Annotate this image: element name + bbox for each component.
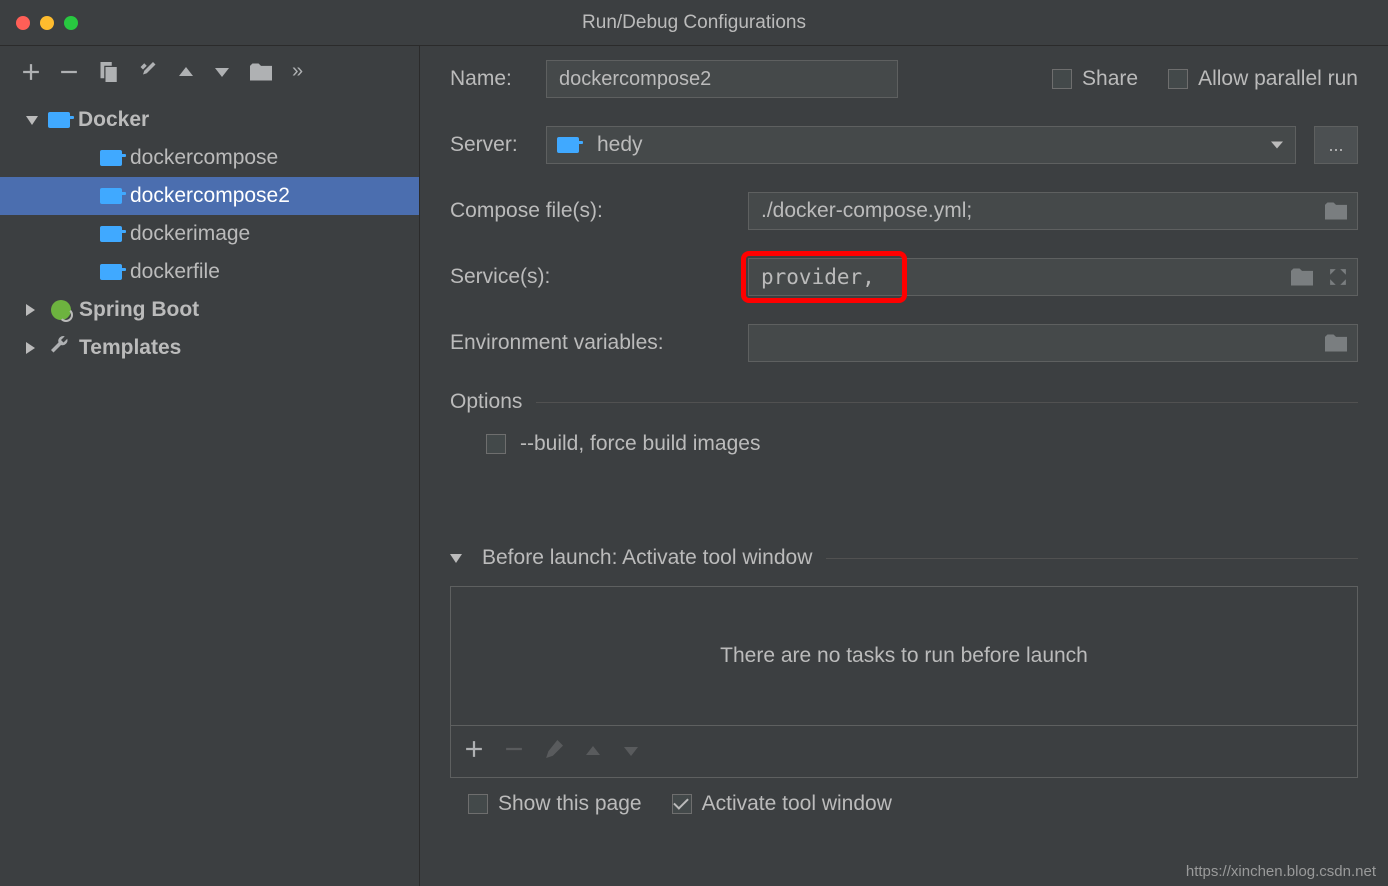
compose-label: Compose file(s): (450, 199, 730, 223)
before-launch-label: Before launch: Activate tool window (482, 546, 812, 570)
chevron-down-icon (1271, 142, 1283, 149)
copy-icon[interactable] (98, 62, 118, 82)
docker-icon (100, 226, 122, 242)
env-input[interactable] (748, 324, 1358, 362)
edit-defaults-icon[interactable] (138, 62, 158, 82)
share-label: Share (1082, 67, 1138, 91)
name-label: Name: (450, 67, 528, 91)
tasks-toolbar (450, 726, 1358, 778)
zoom-window-icon[interactable] (64, 16, 78, 30)
env-label: Environment variables: (450, 331, 730, 355)
server-label: Server: (450, 133, 528, 157)
expand-triangle-icon[interactable] (26, 304, 41, 316)
compose-value: ./docker-compose.yml; (761, 199, 972, 223)
remove-icon[interactable] (60, 63, 78, 81)
activate-tool-label: Activate tool window (702, 792, 892, 816)
configurations-sidebar: » Docker dockercompose dockercompose2 do… (0, 46, 420, 886)
watermark: https://xinchen.blog.csdn.net (1186, 863, 1376, 880)
show-page-checkbox[interactable]: Show this page (468, 792, 642, 816)
server-select[interactable]: hedy (546, 126, 1296, 164)
docker-icon (557, 137, 579, 153)
spring-icon (51, 300, 71, 320)
docker-icon (100, 150, 122, 166)
folder-icon[interactable] (1325, 202, 1347, 220)
tree-node-dockercompose[interactable]: dockercompose (0, 139, 419, 177)
tree-node-dockerimage[interactable]: dockerimage (0, 215, 419, 253)
show-page-label: Show this page (498, 792, 642, 816)
separator-line (536, 402, 1358, 403)
build-option-label: --build, force build images (520, 432, 760, 456)
minimize-window-icon[interactable] (40, 16, 54, 30)
expand-icon[interactable]: » (292, 60, 303, 83)
separator-line (826, 558, 1358, 559)
expand-icon[interactable] (1329, 268, 1347, 286)
activate-tool-checkbox[interactable]: Activate tool window (672, 792, 892, 816)
name-input[interactable] (546, 60, 898, 98)
tree-label: dockerfile (130, 260, 220, 284)
docker-icon (100, 188, 122, 204)
expand-triangle-icon[interactable] (26, 342, 41, 354)
services-value: provider, (761, 265, 875, 289)
expand-triangle-icon[interactable] (26, 116, 38, 125)
docker-icon (48, 112, 70, 128)
configuration-form: Name: Share Allow parallel run Server: h… (420, 46, 1388, 886)
docker-icon (100, 264, 122, 280)
options-section: Options (450, 390, 1358, 414)
titlebar: Run/Debug Configurations (0, 0, 1388, 46)
move-up-icon[interactable] (178, 66, 194, 78)
tree-label: dockercompose (130, 146, 278, 170)
server-value: hedy (597, 133, 643, 157)
tree-node-dockercompose2[interactable]: dockercompose2 (0, 177, 419, 215)
build-option-checkbox[interactable]: --build, force build images (450, 432, 1358, 456)
parallel-label: Allow parallel run (1198, 67, 1358, 91)
before-launch-section[interactable]: Before launch: Activate tool window (450, 546, 1358, 570)
no-tasks-label: There are no tasks to run before launch (720, 644, 1088, 668)
move-task-up-icon (585, 741, 601, 762)
checkbox-icon (1168, 69, 1188, 89)
configurations-tree: Docker dockercompose dockercompose2 dock… (0, 95, 419, 367)
window-title: Run/Debug Configurations (0, 12, 1388, 34)
options-label: Options (450, 390, 522, 414)
remove-task-icon (505, 740, 523, 763)
add-task-icon[interactable] (465, 740, 483, 763)
move-down-icon[interactable] (214, 66, 230, 78)
add-icon[interactable] (22, 63, 40, 81)
expand-triangle-icon (450, 554, 462, 563)
tree-label: Spring Boot (79, 298, 199, 322)
folder-icon[interactable] (1325, 334, 1347, 352)
window-controls (16, 16, 78, 30)
tree-node-templates[interactable]: Templates (0, 329, 419, 367)
folder-icon[interactable] (1291, 268, 1313, 286)
tree-node-docker[interactable]: Docker (0, 101, 419, 139)
services-label: Service(s): (450, 265, 730, 289)
checkbox-icon (1052, 69, 1072, 89)
tree-label: Docker (78, 108, 149, 132)
tree-node-dockerfile[interactable]: dockerfile (0, 253, 419, 291)
tasks-list: There are no tasks to run before launch (450, 586, 1358, 726)
server-browse-button[interactable]: ... (1314, 126, 1358, 164)
parallel-checkbox[interactable]: Allow parallel run (1168, 67, 1358, 91)
move-task-down-icon (623, 741, 639, 762)
edit-task-icon (545, 740, 563, 763)
services-input[interactable]: provider, (748, 258, 1358, 296)
tree-label: dockerimage (130, 222, 250, 246)
checkbox-icon (486, 434, 506, 454)
sidebar-toolbar: » (0, 60, 419, 95)
wrench-icon (51, 335, 71, 361)
checkbox-icon (468, 794, 488, 814)
folder-icon[interactable] (250, 63, 272, 81)
compose-file-input[interactable]: ./docker-compose.yml; (748, 192, 1358, 230)
tree-node-springboot[interactable]: Spring Boot (0, 291, 419, 329)
tree-label: Templates (79, 336, 181, 360)
close-window-icon[interactable] (16, 16, 30, 30)
tree-label: dockercompose2 (130, 184, 290, 208)
checkbox-checked-icon (672, 794, 692, 814)
share-checkbox[interactable]: Share (1052, 67, 1138, 91)
